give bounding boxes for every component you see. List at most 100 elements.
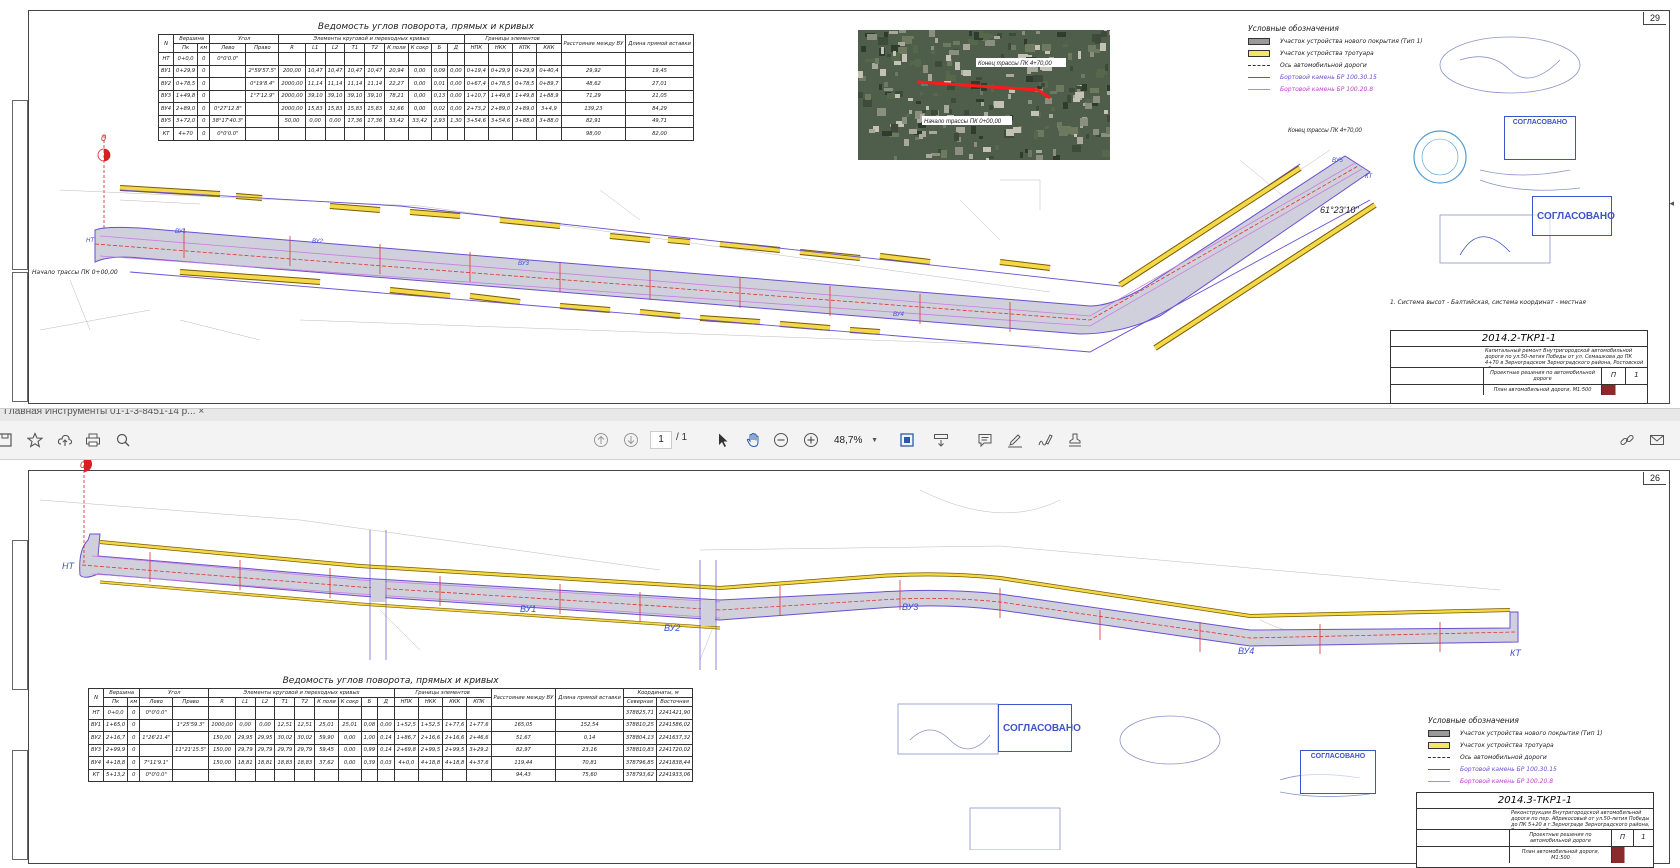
table-cell: 3+88,0: [512, 114, 538, 128]
table-cell: [337, 706, 362, 720]
vertex-label: ВУ5: [1332, 158, 1344, 164]
link-icon[interactable]: [1616, 429, 1638, 451]
table-cell: 0: [127, 768, 141, 782]
table-cell: [304, 52, 326, 66]
comment-icon[interactable]: [974, 429, 996, 451]
table-cell: ВУ5: [157, 114, 175, 128]
table-cell: 29,79: [294, 743, 316, 757]
highlight-pen-icon[interactable]: [1004, 429, 1026, 451]
curves-table-grid: N Вершина Угол Элементы круговой и перех…: [157, 34, 694, 141]
zoom-out-icon[interactable]: [770, 429, 792, 451]
sub-header: Право: [172, 697, 210, 707]
table-cell: [294, 706, 316, 720]
drawing-page-bottom: 26 0 НТ ВУ1 ВУ2 ВУ3 ВУ4 КТ Ведомость угл…: [0, 460, 1680, 868]
curves-table: Ведомость углов поворота, прямых и кривы…: [87, 676, 694, 782]
table-cell: [447, 127, 465, 141]
tabs-text[interactable]: Главная Инструменты 01-1-3-8451-14 р... …: [4, 409, 204, 417]
table-cell: 2+89,0: [173, 102, 199, 116]
legend: Условные обозначения Участок устройства …: [1428, 716, 1603, 789]
scroll-mode-icon[interactable]: [930, 429, 952, 451]
table-cell: 29,95: [254, 731, 276, 745]
table-row: ВУ1 1+65,0 0 1°25'59.3" 1000,00 0,00 0,00 12,51…: [87, 718, 694, 732]
table-row: ВУ4 4+18,8 0 7°11'9.1" 150,00 18,81 18,81 18,83…: [87, 756, 694, 770]
distance-cell: 29,92: [560, 64, 627, 78]
coordinate-cell: 378810,25: [622, 718, 657, 732]
hand-tool-icon[interactable]: [742, 429, 764, 451]
table-cell: [384, 52, 409, 66]
table-row: ВУ2 2+16,7 0 1°26'21.4" 150,00 29,95 29,95 30,0…: [87, 731, 694, 745]
table-cell: [324, 52, 346, 66]
table-cell: ВУ3: [157, 89, 175, 103]
fit-page-icon[interactable]: [896, 429, 918, 451]
table-cell: [245, 127, 280, 141]
sub-header: К поли: [384, 43, 409, 53]
col-header: Элементы круговой и переходных кривых: [208, 688, 395, 698]
distance-cell: 139,23: [560, 102, 627, 116]
table-cell: 2+99,5: [442, 743, 468, 757]
table-cell: [245, 52, 280, 66]
zoom-in-icon[interactable]: [800, 429, 822, 451]
sub-header: Право: [245, 43, 280, 53]
table-cell: [324, 127, 346, 141]
coordinate-cell: 378810,83: [622, 743, 657, 757]
save-icon[interactable]: [0, 429, 16, 451]
panel-collapse-arrow[interactable]: ◂: [1669, 198, 1674, 209]
approval-stamp: СОГЛАСОВАНО: [1532, 196, 1615, 236]
page-up-icon[interactable]: [590, 429, 612, 451]
col-header: Расстояние между ВУ: [490, 688, 557, 707]
sub-header: T2: [294, 697, 316, 707]
page-down-icon[interactable]: [620, 429, 642, 451]
distance-cell: 71,29: [560, 89, 627, 103]
table-cell: 4+18,8: [103, 756, 129, 770]
table-cell: ВУ2: [87, 731, 105, 745]
sub-header: НКК: [487, 43, 514, 53]
table-cell: 18,83: [294, 756, 316, 770]
sub-header: ККК: [536, 43, 562, 53]
table-cell: [466, 768, 492, 782]
bookmark-star-icon[interactable]: [24, 429, 46, 451]
table-cell: [466, 706, 492, 720]
table-cell: [314, 706, 339, 720]
search-icon[interactable]: [112, 429, 134, 451]
chevron-down-icon: ▼: [871, 436, 878, 444]
print-icon[interactable]: [82, 429, 104, 451]
straight-cell: 82,00: [625, 127, 694, 141]
table-cell: [487, 127, 514, 141]
angle-label: 61°23'10": [1320, 205, 1359, 215]
table-cell: 15,83: [344, 102, 366, 116]
zero-marker: 0: [80, 460, 85, 470]
stamp-icon[interactable]: [1064, 429, 1086, 451]
table-cell: [344, 52, 366, 66]
table-cell: [407, 127, 432, 141]
table-cell: НТ: [87, 706, 105, 720]
table-title: Ведомость углов поворота, прямых и кривы…: [282, 676, 499, 686]
table-cell: [245, 114, 280, 128]
table-cell: 0,00: [337, 756, 362, 770]
table-cell: 0,00: [447, 89, 465, 103]
table-cell: КТ: [157, 127, 175, 141]
zoom-level-select[interactable]: 48,7% ▼: [830, 430, 882, 450]
coordinate-cell: 2241586,02: [655, 718, 694, 732]
stage: П: [1611, 830, 1633, 846]
table-cell: 39,10: [324, 89, 346, 103]
sub-header: L2: [324, 43, 346, 53]
vertex-label: КТ: [1510, 648, 1522, 658]
table-cell: [245, 102, 280, 116]
sub-header: Д: [447, 43, 465, 53]
mail-icon[interactable]: [1646, 429, 1668, 451]
table-cell: 0+29,9: [512, 64, 538, 78]
table-cell: 0,00: [407, 102, 432, 116]
table-cell: 0,02: [430, 102, 449, 116]
title-block: 2014.3-ТКР1-1 Реконструкция Внутригородс…: [1416, 792, 1654, 868]
table-cell: 3+72,0: [173, 114, 199, 128]
table-cell: 2+89,0: [487, 102, 514, 116]
table-cell: [304, 127, 326, 141]
distance-cell: 119,44: [490, 756, 557, 770]
page-number-input[interactable]: 1: [650, 431, 672, 449]
straight-cell: 49,71: [625, 114, 694, 128]
distance-cell: 82,97: [490, 743, 557, 757]
table-cell: 0+78,5: [512, 77, 538, 91]
sign-icon[interactable]: [1034, 429, 1056, 451]
select-cursor-icon[interactable]: [712, 429, 734, 451]
upload-icon[interactable]: [54, 429, 76, 451]
